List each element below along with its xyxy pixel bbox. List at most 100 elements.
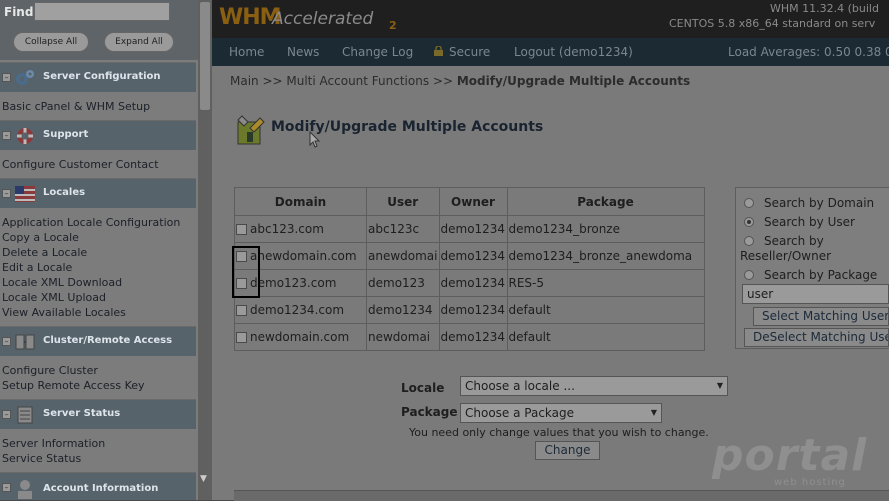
sidebar-link-service-status[interactable]: Service Status: [2, 452, 81, 465]
flag-icon: [15, 186, 35, 202]
group-title: Server Configuration: [43, 71, 161, 82]
lock-icon: [434, 46, 443, 56]
cell-domain: newdomain.com: [250, 330, 350, 344]
group-account-information[interactable]: – Account Information: [0, 472, 196, 500]
package-select[interactable]: Choose a Package ▼: [460, 403, 662, 423]
column-header-owner[interactable]: Owner: [438, 187, 508, 216]
logo-version-mark: 2: [389, 19, 397, 32]
group-title: Support: [43, 129, 89, 140]
collapse-toggle-icon[interactable]: –: [2, 73, 11, 82]
breadcrumb-path[interactable]: Main >> Multi Account Functions >>: [230, 74, 457, 88]
radio-label-user: Search by User: [764, 215, 855, 229]
cell-domain: demo1234.com: [250, 303, 345, 317]
cell-package: default: [506, 296, 705, 324]
table-row: newdomain.com newdomai demo1234 default: [234, 323, 705, 351]
sidebar-link-basic-setup[interactable]: Basic cPanel & WHM Setup: [2, 100, 150, 113]
column-header-domain[interactable]: Domain: [234, 187, 367, 216]
package-label: Package: [401, 405, 458, 419]
group-server-status[interactable]: – Server Status: [0, 399, 196, 429]
row-checkbox[interactable]: [236, 224, 247, 235]
cell-owner: demo1234: [438, 323, 508, 351]
sidebar-link-locale-upload[interactable]: Locale XML Upload: [2, 291, 106, 304]
sidebar-link-view-locales[interactable]: View Available Locales: [2, 306, 126, 319]
locale-label: Locale: [401, 381, 445, 395]
group-support[interactable]: – Support: [0, 120, 196, 150]
radio-search-reseller[interactable]: [744, 236, 754, 246]
group-title: Account Information: [43, 483, 159, 494]
gears-icon: [16, 70, 34, 85]
sidebar-link-locale-config[interactable]: Application Locale Configuration: [2, 216, 180, 229]
cell-user: newdomai: [366, 323, 440, 351]
collapse-toggle-icon[interactable]: –: [2, 189, 11, 198]
locale-select-value: Choose a locale ...: [465, 379, 575, 393]
cell-user: demo123: [366, 269, 440, 297]
version-info: WHM 11.32.4 (build: [770, 2, 879, 15]
deselect-matching-users-button[interactable]: DeSelect Matching User: [744, 328, 889, 347]
group-cluster-remote-access[interactable]: – Cluster/Remote Access: [0, 326, 196, 356]
radio-search-user[interactable]: [744, 217, 754, 227]
checkbox-highlight-box: [232, 246, 260, 298]
search-input[interactable]: user: [742, 284, 889, 304]
column-header-package[interactable]: Package: [506, 187, 705, 216]
cell-domain: demo123.com: [250, 276, 337, 290]
collapse-all-button[interactable]: Collapse All: [13, 32, 89, 52]
sidebar-scrollbar-thumb[interactable]: [200, 2, 210, 110]
sidebar-link-configure-cluster[interactable]: Configure Cluster: [2, 364, 98, 377]
group-server-configuration[interactable]: – Server Configuration: [0, 62, 196, 92]
radio-label-reseller-2: Reseller/Owner: [740, 249, 832, 263]
cell-owner: demo1234: [438, 215, 508, 243]
collapse-toggle-icon[interactable]: –: [2, 483, 11, 492]
row-checkbox[interactable]: [236, 305, 247, 316]
column-header-user[interactable]: User: [366, 187, 440, 216]
collapse-toggle-icon[interactable]: –: [2, 131, 11, 140]
radio-label-domain: Search by Domain: [764, 196, 875, 210]
nav-news[interactable]: News: [287, 45, 319, 59]
cell-package: RES-5: [506, 269, 705, 297]
server-icon: [17, 406, 33, 424]
change-button[interactable]: Change: [535, 441, 600, 460]
scroll-down-icon[interactable]: ▼: [200, 474, 207, 484]
find-label: Find: [4, 5, 34, 19]
cell-user: anewdomai: [366, 242, 440, 270]
cell-owner: demo1234: [438, 296, 508, 324]
horizontal-scrollbar[interactable]: [234, 490, 889, 501]
collapse-toggle-icon[interactable]: –: [2, 410, 11, 419]
table-row: demo123.com demo123 demo1234 RES-5: [234, 269, 705, 297]
radio-search-domain[interactable]: [744, 198, 754, 208]
group-locales[interactable]: – Locales: [0, 178, 196, 208]
sidebar-link-copy-locale[interactable]: Copy a Locale: [2, 231, 79, 244]
radio-search-package[interactable]: [744, 270, 754, 280]
sidebar-link-server-information[interactable]: Server Information: [2, 437, 105, 450]
cell-user: abc123c: [366, 215, 440, 243]
mouse-cursor-icon: [309, 131, 321, 148]
group-title: Cluster/Remote Access: [43, 335, 173, 346]
nav-logout[interactable]: Logout (demo1234): [514, 45, 633, 59]
nav-changelog[interactable]: Change Log: [342, 45, 413, 59]
collapse-toggle-icon[interactable]: –: [2, 337, 11, 346]
sidebar-link-delete-locale[interactable]: Delete a Locale: [2, 246, 87, 259]
cell-user: demo1234: [366, 296, 440, 324]
cluster-icon: [15, 334, 35, 350]
find-input[interactable]: [34, 2, 170, 21]
table-row: abc123.com abc123c demo1234 demo1234_bro…: [234, 215, 705, 243]
cell-domain: abc123.com: [250, 222, 324, 236]
wrench-upgrade-icon: [237, 115, 265, 145]
table-header-row: Domain User Owner Package: [234, 187, 705, 216]
row-checkbox[interactable]: [236, 332, 247, 343]
expand-all-button[interactable]: Expand All: [104, 32, 174, 52]
table-row: demo1234.com demo1234 demo1234 default: [234, 296, 705, 324]
cell-package: default: [506, 323, 705, 351]
locale-select[interactable]: Choose a locale ... ▼: [460, 376, 728, 396]
sidebar-link-locale-download[interactable]: Locale XML Download: [2, 276, 122, 289]
select-matching-users-button[interactable]: Select Matching Users: [753, 307, 889, 326]
lifebuoy-icon: [17, 128, 33, 144]
breadcrumb: Main >> Multi Account Functions >> Modif…: [230, 74, 690, 88]
os-info: CENTOS 5.8 x86_64 standard on serv: [669, 17, 876, 30]
table-row: anewdomain.com anewdomai demo1234 demo12…: [234, 242, 705, 270]
sidebar-link-edit-locale[interactable]: Edit a Locale: [2, 261, 72, 274]
sidebar-link-remote-access-key[interactable]: Setup Remote Access Key: [2, 379, 145, 392]
radio-label-package: Search by Package: [764, 268, 878, 282]
nav-secure[interactable]: Secure: [449, 45, 490, 59]
sidebar-link-customer-contact[interactable]: Configure Customer Contact: [2, 158, 159, 171]
nav-home[interactable]: Home: [229, 45, 264, 59]
